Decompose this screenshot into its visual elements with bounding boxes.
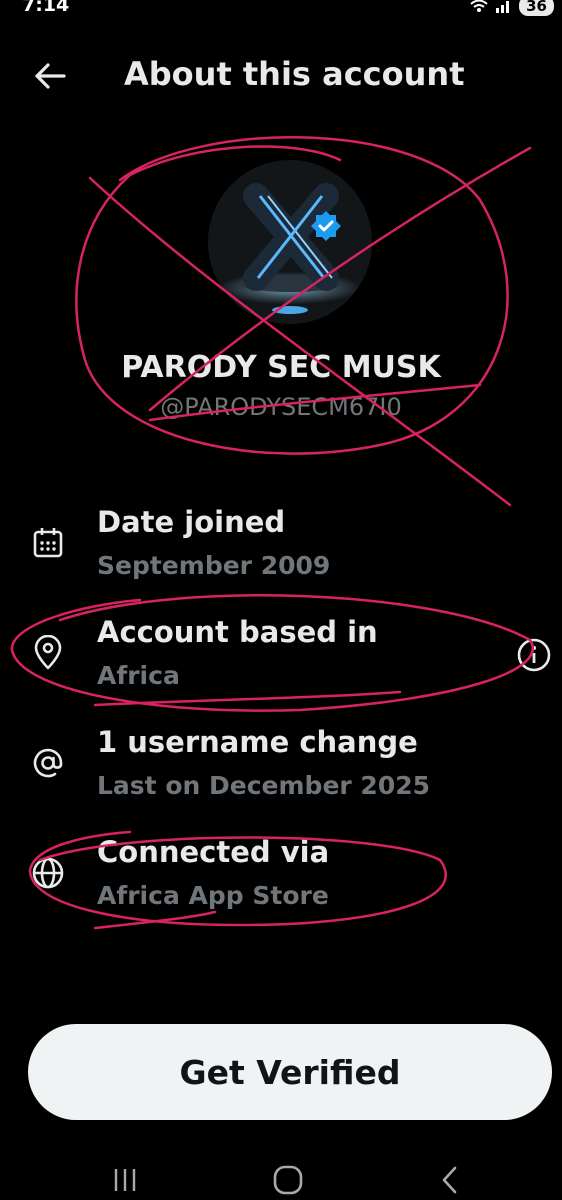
info-circle-icon bbox=[517, 638, 551, 672]
system-back-button[interactable] bbox=[425, 1162, 475, 1198]
get-verified-button[interactable]: Get Verified bbox=[28, 1024, 552, 1120]
page-title: About this account bbox=[124, 55, 465, 93]
recent-apps-button[interactable] bbox=[100, 1162, 150, 1198]
back-button[interactable] bbox=[28, 54, 72, 98]
status-bar: 7:14 36 bbox=[0, 0, 562, 22]
x-logo-avatar-image bbox=[208, 160, 372, 324]
info-title: Connected via bbox=[97, 835, 330, 869]
header: About this account bbox=[0, 40, 562, 110]
info-subtitle: Last on December 2025 bbox=[97, 771, 431, 800]
info-item-connected-via: Connected via Africa App Store bbox=[0, 835, 562, 935]
info-button[interactable] bbox=[512, 633, 556, 677]
system-nav-bar bbox=[0, 1150, 562, 1200]
info-subtitle: September 2009 bbox=[97, 551, 331, 580]
at-sign-icon bbox=[28, 743, 68, 783]
calendar-icon bbox=[28, 523, 68, 563]
profile-handle: @PARODYSECM67I0 bbox=[160, 393, 402, 421]
recent-apps-icon bbox=[114, 1169, 136, 1191]
info-subtitle: Africa bbox=[97, 661, 180, 690]
signal-icon bbox=[496, 1, 510, 13]
chevron-left-icon bbox=[442, 1166, 457, 1194]
info-title: Date joined bbox=[97, 505, 286, 539]
info-item-date-joined: Date joined September 2009 bbox=[0, 505, 562, 605]
status-icons: 36 bbox=[469, 0, 554, 16]
info-item-username-change: 1 username change Last on December 2025 bbox=[0, 725, 562, 825]
home-icon bbox=[273, 1165, 303, 1195]
arrow-left-icon bbox=[35, 63, 66, 89]
info-subtitle: Africa App Store bbox=[97, 881, 329, 910]
profile-name: PARODY SEC MUSK bbox=[121, 350, 441, 385]
avatar[interactable] bbox=[208, 160, 372, 324]
info-title: 1 username change bbox=[97, 725, 418, 759]
verified-badge-icon bbox=[311, 211, 341, 241]
wifi-icon bbox=[470, 0, 488, 12]
info-item-account-based-in: Account based in Africa bbox=[0, 615, 562, 715]
location-pin-icon bbox=[28, 633, 68, 673]
info-title: Account based in bbox=[97, 615, 378, 649]
globe-icon bbox=[28, 853, 68, 893]
battery-indicator: 36 bbox=[519, 0, 554, 16]
status-time: 7:14 bbox=[22, 0, 70, 16]
home-button[interactable] bbox=[263, 1162, 313, 1198]
